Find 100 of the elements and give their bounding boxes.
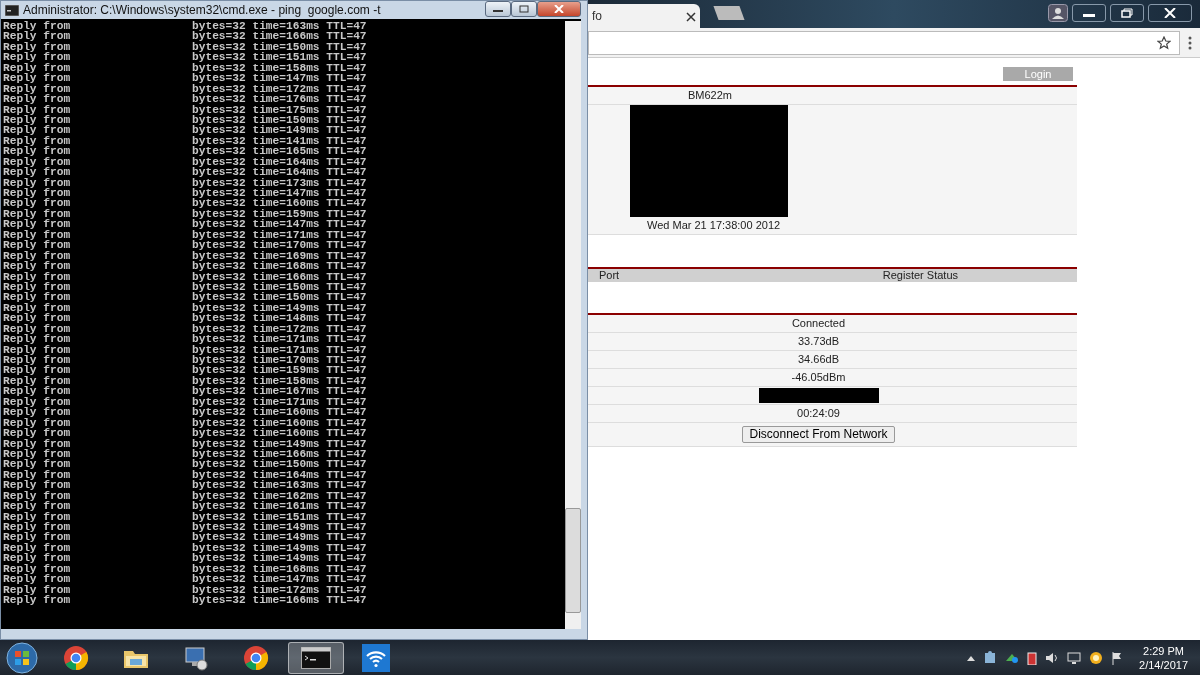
close-icon: [554, 5, 564, 13]
console-text: Reply from: [2, 522, 72, 533]
date-time: Wed Mar 21 17:38:00 2012: [647, 218, 781, 234]
console-text: bytes=32 time=166ms TTL=47: [192, 31, 367, 42]
console-text: Reply from: [2, 386, 72, 397]
console-text: Reply from: [2, 292, 72, 303]
console-text: Reply from: [2, 208, 72, 220]
console-text: Reply from: [2, 62, 72, 74]
user-icon[interactable]: [1048, 4, 1068, 22]
wifi-icon: [362, 643, 390, 672]
status-value: Connected: [791, 316, 846, 332]
maximize-button[interactable]: [511, 1, 537, 17]
console-text: Reply from: [2, 21, 72, 32]
bookmark-star-icon[interactable]: [1157, 35, 1171, 50]
console-text: Reply from: [2, 334, 72, 345]
browser-tab[interactable]: fo: [588, 4, 700, 28]
console-text: Reply from: [2, 114, 72, 126]
show-hidden-icon[interactable]: [967, 654, 976, 661]
console-text: Reply from: [2, 553, 72, 564]
console-text: Reply from: [2, 574, 72, 585]
console-text: bytes=32 time=171ms TTL=47: [192, 344, 367, 355]
console-text: Reply from: [2, 448, 72, 460]
disconnect-button[interactable]: Disconnect From Network: [742, 426, 895, 443]
console-text: bytes=32 time=171ms TTL=47: [192, 334, 367, 345]
console-text: bytes=32 time=163ms TTL=47: [192, 21, 367, 32]
console-text: bytes=32 time=158ms TTL=47: [192, 375, 367, 387]
console-text: bytes=32 time=150ms TTL=47: [192, 459, 367, 470]
battery-icon[interactable]: [1027, 650, 1038, 665]
console-text: Reply from: [2, 428, 72, 439]
console-text: bytes=32 time=149ms TTL=47: [192, 553, 367, 564]
console-text: bytes=32 time=161ms TTL=47: [192, 501, 367, 512]
console-text: bytes=32 time=150ms TTL=47: [192, 41, 367, 53]
console-text: Reply from: [2, 511, 72, 522]
status-value: -46.05dBm: [791, 370, 846, 386]
terminal-icon: [301, 646, 331, 669]
console-text: Reply from: [2, 490, 72, 502]
console-text: bytes=32 time=160ms TTL=47: [192, 407, 367, 418]
network-computer-icon: [183, 644, 209, 671]
console-text: Reply from: [2, 302, 72, 314]
puzzle-icon[interactable]: [983, 650, 998, 665]
flag-icon[interactable]: [1111, 650, 1124, 665]
column-header: Register Status: [882, 268, 958, 284]
scrollbar[interactable]: [565, 21, 581, 629]
start-button[interactable]: [4, 641, 40, 674]
console-text: Reply from: [2, 250, 72, 262]
menu-icon[interactable]: [1188, 35, 1192, 50]
restore-button[interactable]: [1110, 4, 1144, 22]
column-header: Port: [598, 268, 620, 284]
terminal-icon: [5, 4, 19, 16]
console-text: Reply from: [2, 167, 72, 178]
console-text: Reply from: [2, 417, 72, 429]
console-text: Reply from: [2, 542, 72, 554]
volume-icon[interactable]: [1045, 650, 1060, 665]
console-text: Reply from: [2, 198, 72, 209]
console-text: Reply from: [2, 501, 72, 512]
console-text: Reply from: [2, 271, 72, 282]
console-text: Reply from: [2, 52, 72, 63]
console-text: bytes=32 time=147ms TTL=47: [192, 574, 367, 585]
console-text: Reply from: [2, 595, 72, 606]
console-text: bytes=32 time=160ms TTL=47: [192, 198, 367, 209]
tab-title: fo: [592, 8, 602, 25]
console-text: Reply from: [2, 563, 72, 575]
console-text: bytes=32 time=150ms TTL=47: [192, 281, 367, 293]
console-text: bytes=32 time=147ms TTL=47: [192, 73, 367, 84]
status-value: 33.73dB: [798, 334, 839, 350]
circle-icon[interactable]: [1089, 650, 1104, 665]
minimize-button[interactable]: [1072, 4, 1106, 22]
console-text: Reply from: [2, 41, 72, 53]
clock-date: 2/14/2017: [1139, 657, 1188, 672]
console-text: bytes=32 time=163ms TTL=47: [192, 480, 367, 491]
console-text: bytes=32 time=151ms TTL=47: [192, 52, 367, 63]
console-text: Reply from: [2, 135, 72, 147]
console-text: Reply from: [2, 73, 72, 84]
console-text: bytes=32 time=165ms TTL=47: [192, 146, 367, 157]
console-text: Reply from: [2, 219, 72, 230]
console-text: bytes=32 time=167ms TTL=47: [192, 386, 367, 397]
console-text: bytes=32 time=170ms TTL=47: [192, 240, 367, 251]
status-value: 34.66dB: [798, 352, 839, 368]
browser-icon: [243, 644, 269, 671]
browser-icon: [63, 644, 89, 671]
display-icon[interactable]: [1067, 650, 1082, 665]
console-text: Reply from: [2, 469, 72, 481]
close-button[interactable]: [1148, 4, 1192, 22]
model-name: BM622m: [688, 88, 733, 104]
new-tab-button[interactable]: [713, 6, 745, 20]
console-text: bytes=32 time=159ms TTL=47: [192, 208, 367, 220]
maximize-icon: [519, 5, 529, 13]
taskbar-button[interactable]: [288, 641, 344, 674]
console-text: Reply from: [2, 313, 72, 324]
console-text: Reply from: [2, 323, 72, 335]
console-text: bytes=32 time=170ms TTL=47: [192, 355, 367, 366]
console-text: Reply from: [2, 188, 72, 199]
console-text: Reply from: [2, 438, 72, 449]
console-text: bytes=32 time=141ms TTL=47: [192, 135, 367, 147]
clock[interactable]: 2:29 PM 2/14/2017: [1139, 643, 1188, 672]
console-text: Reply from: [2, 532, 72, 543]
console-text: bytes=32 time=172ms TTL=47: [192, 323, 367, 335]
minimize-button[interactable]: [485, 1, 511, 17]
console-text: bytes=32 time=149ms TTL=47: [192, 125, 367, 136]
window-title: Administrator: C:\Windows\system32\cmd.exe - ping google.com -t: [23, 2, 381, 19]
